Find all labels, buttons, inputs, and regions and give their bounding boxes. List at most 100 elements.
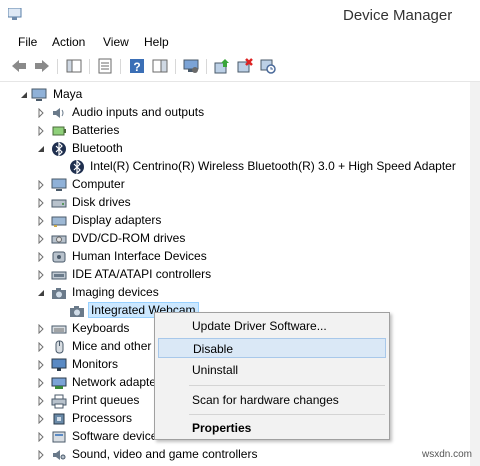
- tree-category-disk-drives[interactable]: Disk drives: [0, 194, 470, 212]
- tree-category-computer[interactable]: Computer: [0, 176, 470, 194]
- computer-icon: [31, 88, 47, 101]
- disk-drive-icon: [51, 199, 67, 208]
- tree-item-label: Batteries: [72, 123, 120, 137]
- bluetooth-icon: [70, 159, 84, 175]
- monitor-icon[interactable]: [182, 57, 200, 75]
- scan-hardware-icon[interactable]: [259, 57, 277, 75]
- mouse-icon: [55, 340, 64, 354]
- tree-item-label: Human Interface Devices: [72, 249, 207, 263]
- hid-icon: [52, 251, 66, 263]
- computer-icon: [51, 178, 67, 191]
- tree-item-label: Software devices: [72, 429, 164, 443]
- menu-item-label: Properties: [192, 421, 252, 435]
- tree-category-imaging-devices[interactable]: Imaging devices: [0, 284, 470, 302]
- expand-arrow-icon[interactable]: [37, 432, 45, 442]
- tree-item-label: Keyboards: [72, 321, 130, 335]
- camera-icon: [52, 288, 66, 299]
- expand-arrow-icon[interactable]: [37, 450, 45, 460]
- tree-root-label: Maya: [53, 87, 83, 101]
- expand-arrow-icon[interactable]: [37, 234, 45, 244]
- tree-category-bluetooth[interactable]: Bluetooth: [0, 140, 470, 158]
- collapse-arrow-icon[interactable]: [37, 288, 45, 298]
- update-driver-icon[interactable]: [213, 57, 231, 75]
- expand-arrow-icon[interactable]: [37, 378, 45, 388]
- forward-arrow-icon[interactable]: [33, 57, 51, 75]
- expand-arrow-icon[interactable]: [37, 342, 45, 352]
- tree-category-sound-video-and-game-controllers[interactable]: Sound, video and game controllers: [0, 446, 470, 464]
- expand-arrow-icon[interactable]: [37, 216, 45, 226]
- battery-icon: [52, 126, 66, 136]
- tree-item-label: Audio inputs and outputs: [72, 105, 205, 119]
- expand-arrow-icon[interactable]: [37, 360, 45, 370]
- tree-category-display-adapters[interactable]: Display adapters: [0, 212, 470, 230]
- software-device-icon: [52, 431, 66, 443]
- expand-arrow-icon[interactable]: [37, 324, 45, 334]
- menu-action[interactable]: Action: [52, 35, 85, 49]
- menu-file[interactable]: File: [18, 35, 37, 49]
- menu-separator: [189, 385, 385, 386]
- tree-category-human-interface-devices[interactable]: Human Interface Devices: [0, 248, 470, 266]
- toolbar-separator: [175, 59, 176, 74]
- expand-arrow-icon[interactable]: [37, 252, 45, 262]
- keyboard-icon: [51, 325, 67, 334]
- collapse-arrow-icon[interactable]: [20, 90, 28, 100]
- menu-scan-hardware-changes[interactable]: Scan for hardware changes: [158, 390, 386, 410]
- properties-sheet-icon[interactable]: [96, 57, 114, 75]
- speaker-icon: [53, 108, 64, 118]
- menu-item-label: Update Driver Software...: [192, 319, 327, 333]
- vertical-scrollbar[interactable]: [470, 82, 480, 466]
- display-adapter-icon: [51, 216, 67, 227]
- menu-properties[interactable]: Properties: [158, 418, 386, 438]
- expand-arrow-icon[interactable]: [37, 180, 45, 190]
- tree-item-label: Display adapters: [72, 213, 162, 227]
- menu-item-label: Uninstall: [192, 363, 239, 377]
- processor-icon: [53, 413, 65, 425]
- tree-category-dvd-cd-rom-drives[interactable]: DVD/CD-ROM drives: [0, 230, 470, 248]
- device-manager-app-icon: [8, 8, 22, 20]
- tree-category-audio-inputs-and-outputs[interactable]: Audio inputs and outputs: [0, 104, 470, 122]
- menu-item-label: Scan for hardware changes: [192, 393, 339, 407]
- menu-item-label: Disable: [193, 342, 234, 356]
- sound-controller-icon: [53, 450, 66, 460]
- tree-item-label: Print queues: [72, 393, 140, 407]
- menu-separator: [189, 414, 385, 415]
- expand-arrow-icon[interactable]: [37, 126, 45, 136]
- back-arrow-icon[interactable]: [10, 57, 28, 75]
- menu-help[interactable]: Help: [144, 35, 169, 49]
- expand-arrow-icon[interactable]: [37, 414, 45, 424]
- tree-item-label: Imaging devices: [72, 285, 159, 299]
- tree-category-batteries[interactable]: Batteries: [0, 122, 470, 140]
- console-tree-icon[interactable]: [65, 57, 83, 75]
- menu-uninstall[interactable]: Uninstall: [158, 360, 386, 380]
- context-menu: Update Driver Software... Disable Uninst…: [154, 312, 390, 440]
- title-bar: Device Manager: [0, 0, 480, 31]
- uninstall-device-icon[interactable]: [236, 57, 254, 75]
- tree-root[interactable]: Maya: [0, 86, 470, 104]
- tree-item-label: Intel(R) Centrino(R) Wireless Bluetooth(…: [90, 159, 456, 173]
- collapse-arrow-icon[interactable]: [37, 144, 45, 154]
- menu-bar: File Action View Help: [0, 31, 480, 53]
- window-title: Device Manager: [343, 7, 453, 24]
- menu-view[interactable]: View: [103, 35, 129, 49]
- help-icon[interactable]: ?: [128, 57, 146, 75]
- action-pane-icon[interactable]: [151, 57, 169, 75]
- menu-disable[interactable]: Disable: [158, 338, 386, 358]
- network-adapter-icon: [51, 377, 67, 389]
- tree-item-label: DVD/CD-ROM drives: [72, 231, 186, 245]
- toolbar-separator: [206, 59, 207, 74]
- tree-device-intel-r-centrino-r-wireless-bluetooth-r-3-0-high-speed-adapter[interactable]: Intel(R) Centrino(R) Wireless Bluetooth(…: [0, 158, 470, 176]
- bluetooth-icon: [52, 141, 66, 157]
- tree-category-ide-ata-atapi-controllers[interactable]: IDE ATA/ATAPI controllers: [0, 266, 470, 284]
- svg-text:?: ?: [133, 60, 140, 74]
- tree-item-label: Sound, video and game controllers: [72, 447, 258, 461]
- tree-item-label: Disk drives: [72, 195, 131, 209]
- webcam-icon: [70, 306, 84, 317]
- expand-arrow-icon[interactable]: [37, 198, 45, 208]
- tree-item-label: Network adapte: [72, 375, 157, 389]
- expand-arrow-icon[interactable]: [37, 108, 45, 118]
- menu-update-driver-software[interactable]: Update Driver Software...: [158, 316, 386, 336]
- expand-arrow-icon[interactable]: [37, 396, 45, 406]
- tree-item-label: Processors: [72, 411, 133, 425]
- dvd-drive-icon: [51, 235, 67, 244]
- expand-arrow-icon[interactable]: [37, 270, 45, 280]
